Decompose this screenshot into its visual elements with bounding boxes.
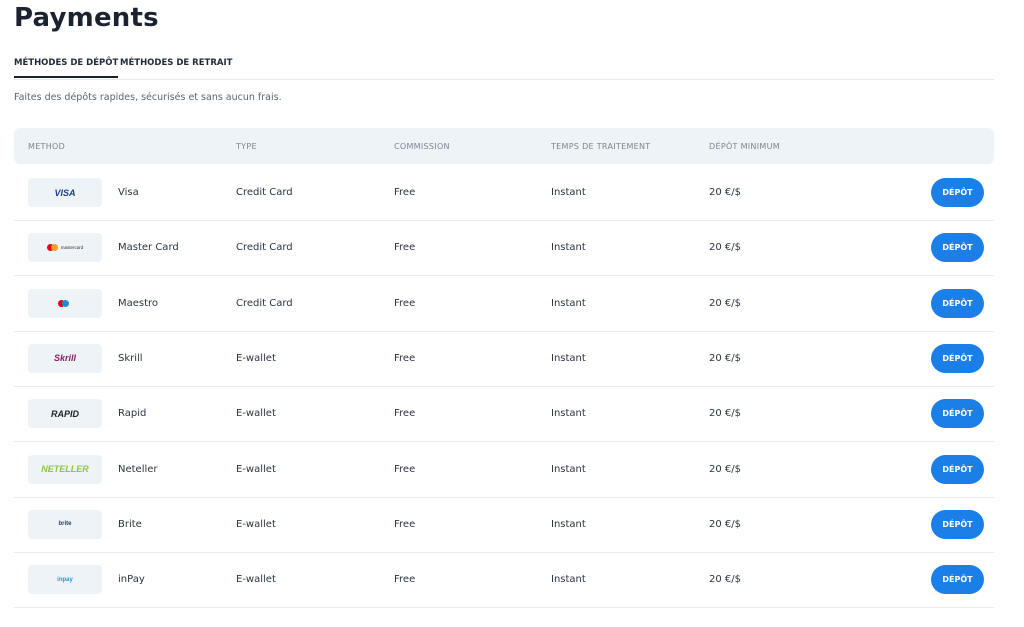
method-type: E-wallet: [236, 408, 276, 420]
table-row: inpay inPay E-wallet Free Instant 20 €/$ DÉPÔT: [14, 552, 994, 609]
tab-withdrawal-methods[interactable]: MÉTHODES DE RETRAIT: [120, 58, 232, 76]
method-minimum-deposit: 20 €/$: [709, 242, 741, 254]
deposit-button[interactable]: DÉPÔT: [931, 233, 984, 263]
table-row: NETELLER Neteller E-wallet Free Instant 20 €/…: [14, 442, 994, 498]
inpay-logo-icon: inpay: [28, 565, 102, 595]
page-subtitle: Faites des dépôts rapides, sécurisés et …: [14, 92, 282, 103]
method-name: Neteller: [118, 463, 158, 475]
column-header-type: TYPE: [236, 142, 257, 151]
method-processing-time: Instant: [551, 408, 586, 420]
column-header-processing-time: TEMPS DE TRAITEMENT: [551, 142, 651, 151]
method-commission: Free: [394, 463, 416, 475]
method-processing-time: Instant: [551, 297, 586, 309]
method-commission: Free: [394, 297, 416, 309]
method-type: E-wallet: [236, 574, 276, 586]
method-minimum-deposit: 20 €/$: [709, 187, 741, 198]
method-minimum-deposit: 20 €/$: [709, 518, 741, 530]
logo-text: NETELLER: [41, 464, 89, 474]
method-name: Master Card: [118, 242, 179, 254]
method-commission: Free: [394, 574, 416, 586]
method-name: Skrill: [118, 352, 143, 364]
deposit-button[interactable]: DÉPÔT: [931, 399, 984, 429]
payment-tabs: MÉTHODES DE DÉPÔT MÉTHODES DE RETRAIT: [14, 52, 994, 80]
logo-text: mastercard: [60, 245, 84, 251]
method-name: Brite: [118, 518, 142, 530]
method-name: Visa: [118, 187, 139, 198]
method-minimum-deposit: 20 €/$: [709, 408, 741, 420]
logo-text: VISA: [54, 187, 76, 198]
method-minimum-deposit: 20 €/$: [709, 352, 741, 364]
method-minimum-deposit: 20 €/$: [709, 574, 741, 586]
method-processing-time: Instant: [551, 518, 586, 530]
method-name: Rapid: [118, 408, 147, 420]
deposit-button[interactable]: DÉPÔT: [931, 178, 984, 207]
method-processing-time: Instant: [551, 187, 586, 198]
method-minimum-deposit: 20 €/$: [709, 297, 741, 309]
method-minimum-deposit: 20 €/$: [709, 463, 741, 475]
table-row: RAPID Rapid E-wallet Free Instant 20 €/$ DÉPÔT: [14, 386, 994, 443]
method-type: E-wallet: [236, 518, 276, 530]
logo-text: RAPID: [50, 408, 79, 419]
skrill-logo-icon: Skrill: [28, 343, 102, 373]
table-row: mastercard Master Card Credit Card Free Inst…: [14, 220, 994, 277]
deposit-button[interactable]: DÉPÔT: [931, 343, 984, 373]
method-name: Maestro: [118, 297, 159, 309]
table-row: VISA Visa Credit Card Free Instant 20 €/$ DÉPÔ…: [14, 165, 994, 221]
method-type: E-wallet: [236, 352, 276, 364]
brite-logo-icon: brite: [28, 509, 102, 539]
table-row: Skrill Skrill E-wallet Free Instant 20 €/$ DÉP…: [14, 331, 994, 387]
method-commission: Free: [394, 518, 416, 530]
deposit-button[interactable]: DÉPÔT: [931, 509, 984, 539]
method-type: Credit Card: [236, 242, 293, 254]
method-commission: Free: [394, 187, 416, 198]
method-processing-time: Instant: [551, 352, 586, 364]
rapid-logo-icon: RAPID: [28, 399, 102, 429]
method-type: Credit Card: [236, 297, 293, 309]
mastercard-logo-icon: mastercard: [28, 233, 102, 263]
method-commission: Free: [394, 242, 416, 254]
column-header-method: METHOD: [28, 142, 66, 151]
logo-text: Skrill: [53, 353, 76, 364]
method-commission: Free: [394, 408, 416, 420]
page-title: Payments: [14, 3, 159, 33]
visa-logo-icon: VISA: [28, 178, 102, 207]
deposit-button[interactable]: DÉPÔT: [931, 454, 984, 484]
logo-text: inpay: [57, 576, 73, 583]
neteller-logo-icon: NETELLER: [28, 454, 102, 484]
table-header: METHOD TYPE COMMISSION TEMPS DE TRAITEME…: [14, 128, 994, 164]
method-name: inPay: [118, 574, 145, 586]
method-commission: Free: [394, 352, 416, 364]
logo-text: brite: [58, 521, 72, 528]
method-processing-time: Instant: [551, 242, 586, 254]
tab-deposit-methods[interactable]: MÉTHODES DE DÉPÔT: [14, 58, 119, 78]
table-row: brite Brite E-wallet Free Instant 20 €/$ DÉPÔT: [14, 497, 994, 553]
maestro-logo-icon: [28, 288, 102, 318]
table-row: Maestro Credit Card Free Instant 20 €/$ DÉPÔT: [14, 276, 994, 332]
method-type: E-wallet: [236, 463, 276, 475]
deposit-button[interactable]: DÉPÔT: [931, 288, 984, 318]
deposit-button[interactable]: DÉPÔT: [931, 565, 984, 595]
column-header-minimum-deposit: DÉPÔT MINIMUM: [709, 142, 780, 151]
method-type: Credit Card: [236, 187, 293, 198]
column-header-commission: COMMISSION: [394, 142, 450, 151]
method-processing-time: Instant: [551, 574, 586, 586]
method-processing-time: Instant: [551, 463, 586, 475]
